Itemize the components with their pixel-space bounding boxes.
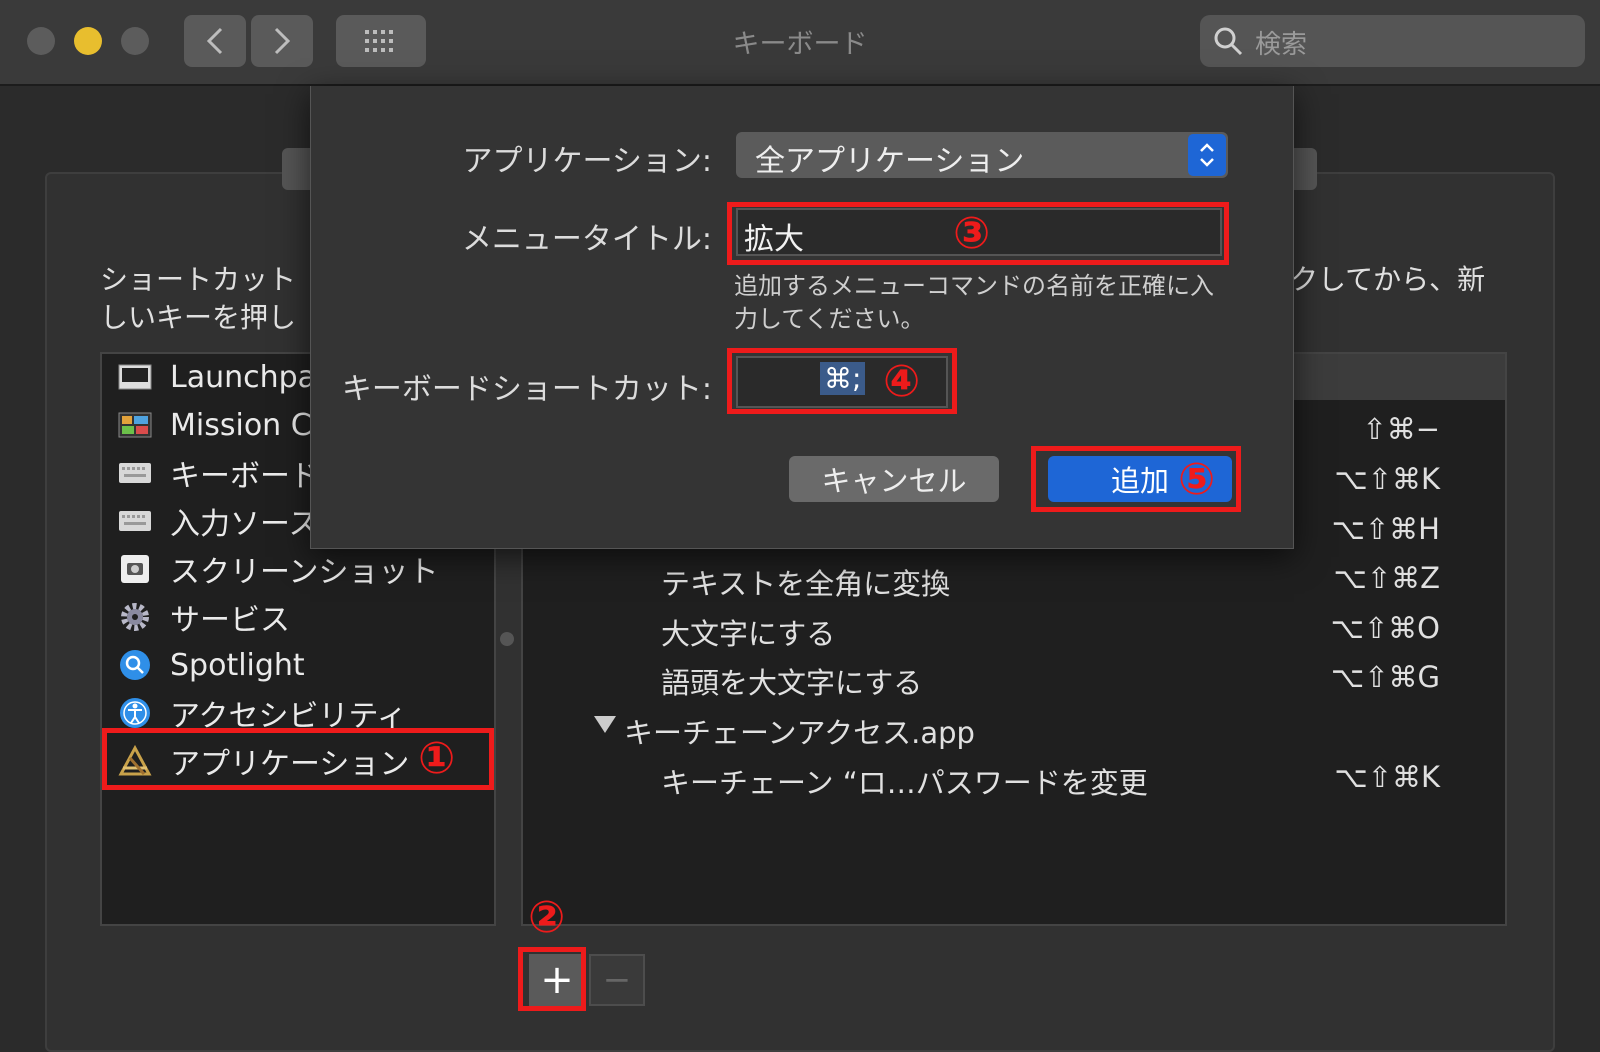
sidebar-item-mission-control[interactable]: Mission C [118, 405, 312, 445]
sidebar-item-launchpad[interactable]: Launchpa [118, 357, 316, 397]
table-row-name[interactable]: 語頭を大文字にする [661, 660, 922, 702]
annotation-number-4: ④ [883, 356, 921, 407]
remove-shortcut-button[interactable]: − [589, 954, 645, 1006]
launchpad-icon [118, 360, 152, 394]
spotlight-icon [118, 648, 152, 682]
description-left-1: ショートカット [100, 263, 297, 296]
search-icon [1214, 27, 1243, 56]
annotation-number-5: ⑤ [1178, 454, 1216, 505]
keyboard-icon [118, 456, 152, 490]
application-popup-value: 全アプリケーション [755, 144, 1025, 179]
disclosure-triangle-icon[interactable] [594, 716, 616, 733]
sidebar-item-screenshot[interactable]: スクリーンショット [118, 549, 439, 590]
sidebar-item-input-sources[interactable]: 入力ソース [118, 501, 319, 542]
sidebar-item-label: Spotlight [170, 647, 305, 683]
description-left-2: しいキーを押し [100, 301, 297, 334]
sidebar-item-accessibility[interactable]: アクセシビリティ [118, 693, 407, 734]
search-placeholder: 検索 [1255, 30, 1308, 60]
sidebar-item-spotlight[interactable]: Spotlight [118, 645, 305, 685]
table-row-shortcut[interactable]: ⌥⇧⌘Z [1333, 561, 1440, 595]
annotation-number-2: ② [528, 892, 566, 943]
table-row-shortcut[interactable]: ⌥⇧⌘O [1330, 611, 1440, 645]
sidebar-item-label: スクリーンショット [170, 555, 439, 590]
annotation-box-2 [518, 947, 586, 1011]
table-row-name[interactable]: テキストを全角に変換 [661, 561, 950, 603]
table-row-name[interactable]: キーチェーン “ロ…パスワードを変更 [661, 760, 1148, 802]
application-label: アプリケーション: [462, 144, 712, 179]
shortcut-row-0[interactable]: ⇧⌘− [1362, 412, 1440, 446]
sidebar-item-label: Launchpa [170, 359, 317, 395]
sidebar-item-label: サービス [170, 603, 290, 638]
minus-icon: − [602, 960, 632, 1000]
sidebar-item-label: キーボード [170, 459, 320, 494]
keyboard-shortcut-label: キーボードショートカット: [341, 372, 712, 407]
accessibility-icon [118, 696, 152, 730]
cancel-button[interactable]: キャンセル [789, 456, 999, 502]
sidebar-item-label: 入力ソース [170, 507, 319, 542]
keyboard-icon [118, 504, 152, 538]
table-row-name[interactable]: 大文字にする [661, 611, 835, 653]
screenshot-icon [118, 552, 152, 586]
hint-line-1: 追加するメニューコマンドの名前を正確に入 [734, 272, 1214, 300]
hint-line-2: 力してください。 [734, 305, 925, 333]
popup-arrows-icon [1188, 134, 1226, 176]
table-group-name[interactable]: キーチェーンアクセス.app [624, 710, 975, 752]
annotation-number-3: ③ [953, 208, 991, 259]
split-handle[interactable] [500, 632, 514, 646]
sidebar-item-label: Mission C [170, 407, 312, 443]
shortcut-row-2[interactable]: ⌥⇧⌘H [1331, 512, 1440, 546]
shortcut-row-1[interactable]: ⌥⇧⌘K [1334, 462, 1440, 496]
table-row-shortcut[interactable]: ⌥⇧⌘K [1334, 760, 1440, 794]
mission-control-icon [118, 408, 152, 442]
table-row-shortcut[interactable]: ⌥⇧⌘G [1331, 660, 1440, 694]
description-right: クしてから、新 [1290, 263, 1486, 296]
annotation-number-1: ① [418, 733, 456, 784]
sidebar-item-keyboard[interactable]: キーボード [118, 453, 320, 494]
gear-icon [118, 600, 152, 634]
menu-title-label: メニュータイトル: [461, 222, 712, 257]
annotation-box-4 [727, 348, 957, 414]
menu-title-hint: 追加するメニューコマンドの名前を正確に入 力してください。 [734, 270, 1234, 336]
sidebar-item-services[interactable]: サービス [118, 597, 290, 638]
